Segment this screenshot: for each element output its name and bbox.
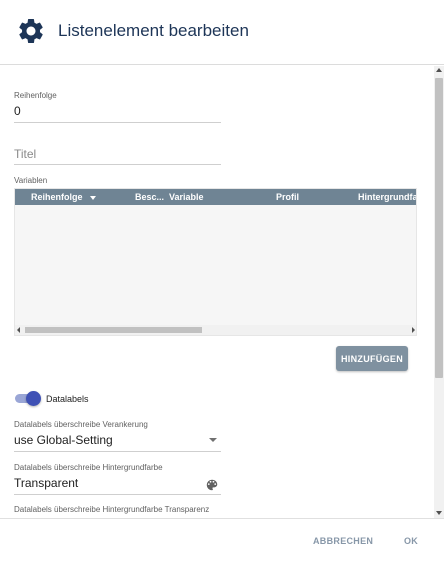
dialog-vertical-scrollbar[interactable] [434, 66, 444, 518]
ok-button[interactable]: OK [404, 536, 418, 546]
column-header-background-color[interactable]: Hintergrundfarbe [358, 192, 416, 202]
variables-table[interactable]: Reihenfolge Besc... Variable Profil Hint… [14, 188, 417, 336]
datalabels-toggle-label: Datalabels [46, 394, 89, 404]
order-field[interactable]: Reihenfolge 0 [14, 91, 221, 123]
title-underline [14, 164, 221, 165]
dialog-footer: ABBRECHEN OK [0, 518, 444, 562]
datalabels-toggle[interactable] [26, 391, 41, 406]
order-underline [14, 122, 221, 123]
table-horizontal-scrollbar[interactable] [15, 325, 416, 335]
column-header-order-label: Reihenfolge [31, 192, 83, 202]
scrollbar-thumb[interactable] [25, 327, 202, 333]
datalabels-toggle-row[interactable]: Datalabels [14, 391, 214, 407]
arrow-down-icon[interactable] [89, 195, 96, 200]
anchoring-select[interactable]: Datalabels überschreibe Verankerung use … [14, 420, 221, 452]
gear-icon [19, 18, 43, 43]
background-transparency-field[interactable]: Datalabels überschreibe Hintergrundfarbe… [14, 505, 314, 514]
background-transparency-label: Datalabels überschreibe Hintergrundfarbe… [14, 505, 210, 514]
background-color-underline [14, 494, 221, 495]
scroll-up-icon[interactable] [436, 68, 442, 72]
scrollbar-thumb[interactable] [435, 78, 443, 378]
anchoring-underline [14, 451, 221, 452]
column-header-description[interactable]: Besc... [135, 192, 164, 202]
dialog-content: Reihenfolge 0 Titel Variablen Reihenfolg… [0, 66, 434, 518]
variables-label: Variablen [14, 176, 48, 185]
palette-icon[interactable] [205, 478, 219, 492]
add-button[interactable]: HINZUFÜGEN [336, 346, 408, 371]
cancel-button[interactable]: ABBRECHEN [313, 536, 373, 546]
column-header-order[interactable]: Reihenfolge [31, 192, 96, 202]
chevron-down-icon[interactable] [209, 438, 217, 442]
title-field[interactable]: Titel [14, 147, 221, 165]
background-color-label: Datalabels überschreibe Hintergrundfarbe [14, 463, 163, 472]
scroll-down-icon[interactable] [436, 511, 442, 515]
column-header-variable[interactable]: Variable [169, 192, 204, 202]
scroll-right-icon[interactable] [412, 327, 415, 333]
scroll-left-icon[interactable] [17, 327, 20, 333]
background-color-input[interactable]: Transparent [14, 476, 221, 490]
background-color-field[interactable]: Datalabels überschreibe Hintergrundfarbe… [14, 463, 221, 495]
column-header-profile[interactable]: Profil [276, 192, 299, 202]
dialog-header: Listenelement bearbeiten [0, 0, 444, 65]
order-input[interactable]: 0 [14, 104, 221, 118]
title-input[interactable]: Titel [14, 147, 221, 161]
dialog-title: Listenelement bearbeiten [58, 21, 249, 40]
anchoring-value[interactable]: use Global-Setting [14, 433, 221, 447]
order-label: Reihenfolge [14, 91, 57, 100]
table-header: Reihenfolge Besc... Variable Profil Hint… [15, 189, 416, 205]
anchoring-label: Datalabels überschreibe Verankerung [14, 420, 148, 429]
